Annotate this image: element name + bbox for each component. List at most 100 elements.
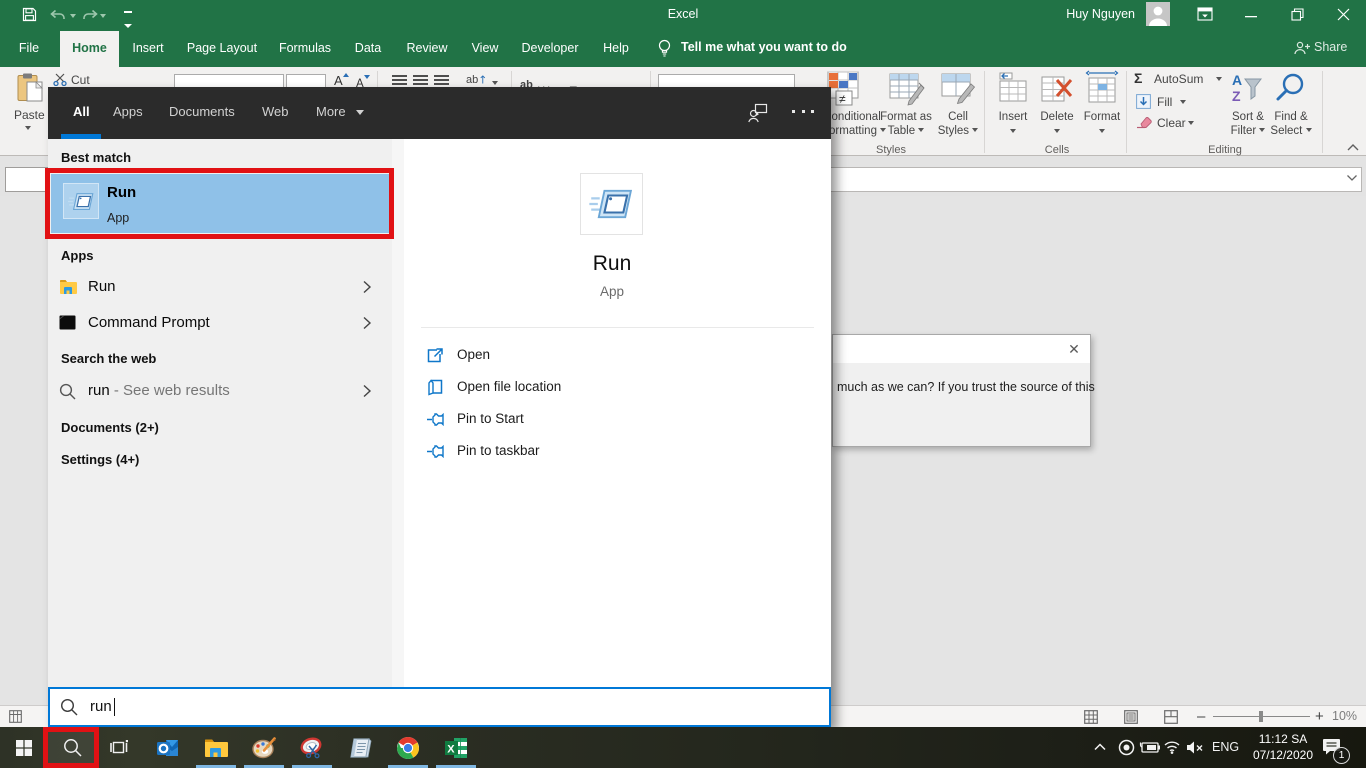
folder-icon — [59, 279, 77, 295]
tab-documents[interactable]: Documents — [169, 87, 235, 139]
snipping-tool-button[interactable] — [288, 727, 336, 768]
more-options-icon[interactable] — [792, 110, 814, 113]
group-separator — [984, 71, 985, 153]
autosum-button[interactable]: Σ AutoSum — [1134, 71, 1226, 87]
zoom-level[interactable]: 10% — [1332, 709, 1357, 723]
avatar[interactable] — [1146, 2, 1170, 26]
format-as-table-button[interactable]: Format as Table — [878, 70, 934, 142]
chevron-right-icon[interactable] — [362, 384, 372, 398]
action-open-file-location[interactable]: Open file location — [427, 377, 727, 399]
paint-icon — [252, 737, 276, 759]
insert-cells-button[interactable]: Insert — [994, 70, 1032, 142]
zoom-slider-thumb[interactable] — [1259, 711, 1263, 722]
tab-apps[interactable]: Apps — [113, 87, 143, 139]
notepad-button[interactable] — [336, 727, 384, 768]
dialog-close-icon[interactable]: ✕ — [1066, 341, 1082, 357]
chevron-right-icon[interactable] — [362, 316, 372, 330]
list-item-run-folder[interactable]: Run — [48, 275, 392, 311]
tray-date: 07/12/2020 — [1253, 747, 1313, 763]
excel-icon: X — [444, 737, 468, 759]
sort-filter-button[interactable]: A Z Sort & Filter — [1228, 70, 1268, 142]
minimize-button[interactable] — [1228, 0, 1274, 28]
action-pin-to-taskbar[interactable]: Pin to taskbar — [427, 441, 727, 463]
format-cells-button[interactable]: Format — [1080, 70, 1124, 142]
page-layout-view-icon[interactable] — [1124, 710, 1138, 724]
normal-view-icon[interactable] — [1084, 710, 1098, 724]
tab-all[interactable]: All — [73, 87, 90, 139]
section-search-web: Search the web — [61, 351, 156, 366]
macro-record-icon[interactable] — [9, 710, 22, 723]
maximize-button[interactable] — [1274, 0, 1320, 28]
outlook-button[interactable] — [144, 727, 192, 768]
tray-chevron-up-icon[interactable] — [1093, 741, 1107, 753]
notepad-icon — [348, 737, 372, 759]
section-settings[interactable]: Settings (4+) — [61, 452, 139, 467]
cut-icon[interactable] — [53, 73, 68, 86]
share-button[interactable]: Share — [1314, 28, 1347, 67]
collapse-ribbon-icon[interactable] — [1346, 143, 1360, 152]
tray-language[interactable]: ENG — [1212, 740, 1239, 754]
close-button[interactable] — [1320, 0, 1366, 28]
delete-cells-button[interactable]: Delete — [1036, 70, 1078, 142]
align-top-icon[interactable] — [392, 75, 407, 85]
tab-page-layout[interactable]: Page Layout — [180, 31, 264, 67]
ribbon-display-options-button[interactable] — [1182, 0, 1228, 28]
clear-button[interactable]: Clear — [1136, 115, 1202, 131]
user-name[interactable]: Huy Nguyen — [1066, 0, 1135, 28]
tray-record-icon[interactable] — [1118, 739, 1135, 756]
tab-data[interactable]: Data — [346, 31, 390, 67]
annotation-best-match — [45, 168, 394, 239]
zoom-out-button[interactable]: – — [1197, 708, 1205, 725]
chrome-icon — [396, 736, 420, 760]
paint-button[interactable] — [240, 727, 288, 768]
grow-font-icon[interactable]: A — [334, 73, 349, 88]
tray-battery-icon[interactable] — [1139, 741, 1160, 754]
fill-button[interactable]: Fill — [1136, 94, 1196, 110]
cut-label[interactable]: Cut — [71, 73, 90, 87]
cell-styles-button[interactable]: Cell Styles — [934, 70, 982, 142]
tab-file[interactable]: File — [10, 31, 48, 67]
action-open[interactable]: Open — [427, 345, 727, 367]
text-caret — [114, 698, 115, 716]
tab-web[interactable]: Web — [262, 87, 289, 139]
list-item-web-search[interactable]: run - See web results — [48, 379, 392, 415]
search-input[interactable]: run — [48, 687, 831, 727]
tab-insert[interactable]: Insert — [124, 31, 172, 67]
align-middle-icon[interactable] — [413, 75, 428, 85]
feedback-account-icon[interactable] — [748, 103, 768, 123]
task-view-button[interactable] — [96, 727, 144, 768]
orientation-icon[interactable]: ab↗ — [466, 73, 487, 86]
section-best-match: Best match — [61, 150, 131, 165]
paste-button[interactable]: Paste — [8, 70, 50, 142]
page-break-view-icon[interactable] — [1164, 710, 1178, 724]
align-bottom-icon[interactable] — [434, 75, 449, 85]
formula-bar-expand-icon[interactable] — [1346, 174, 1358, 182]
tab-view[interactable]: View — [464, 31, 506, 67]
tab-more[interactable]: More — [316, 87, 364, 139]
tray-clock[interactable]: 11:12 SA 07/12/2020 — [1253, 731, 1313, 763]
tray-wifi-icon[interactable] — [1163, 740, 1181, 754]
chevron-right-icon[interactable] — [362, 280, 372, 294]
file-explorer-button[interactable] — [192, 727, 240, 768]
tab-review[interactable]: Review — [398, 31, 456, 67]
tab-formulas[interactable]: Formulas — [272, 31, 338, 67]
format-cells-icon — [1085, 70, 1119, 104]
tab-home[interactable]: Home — [60, 31, 119, 67]
find-select-button[interactable]: Find & Select — [1270, 70, 1312, 142]
excel-button[interactable]: X — [432, 727, 480, 768]
tab-help[interactable]: Help — [594, 31, 638, 67]
ribbon-display-options-icon — [1197, 7, 1213, 21]
svg-text:Z: Z — [1232, 88, 1241, 104]
tray-volume-muted-icon[interactable] — [1186, 740, 1204, 755]
action-pin-to-start[interactable]: Pin to Start — [427, 409, 727, 431]
conditional-formatting-button[interactable]: ≠ Conditional Formatting — [822, 70, 882, 142]
zoom-in-button[interactable]: + — [1315, 708, 1324, 725]
start-button[interactable] — [0, 727, 48, 768]
task-view-icon — [110, 739, 130, 756]
dropdown-caret-icon — [1188, 121, 1194, 125]
tab-developer[interactable]: Developer — [514, 31, 586, 67]
section-documents[interactable]: Documents (2+) — [61, 420, 159, 435]
tell-me-box[interactable]: Tell me what you want to do — [681, 28, 847, 67]
chrome-button[interactable] — [384, 727, 432, 768]
list-item-command-prompt[interactable]: Command Prompt — [48, 311, 392, 347]
